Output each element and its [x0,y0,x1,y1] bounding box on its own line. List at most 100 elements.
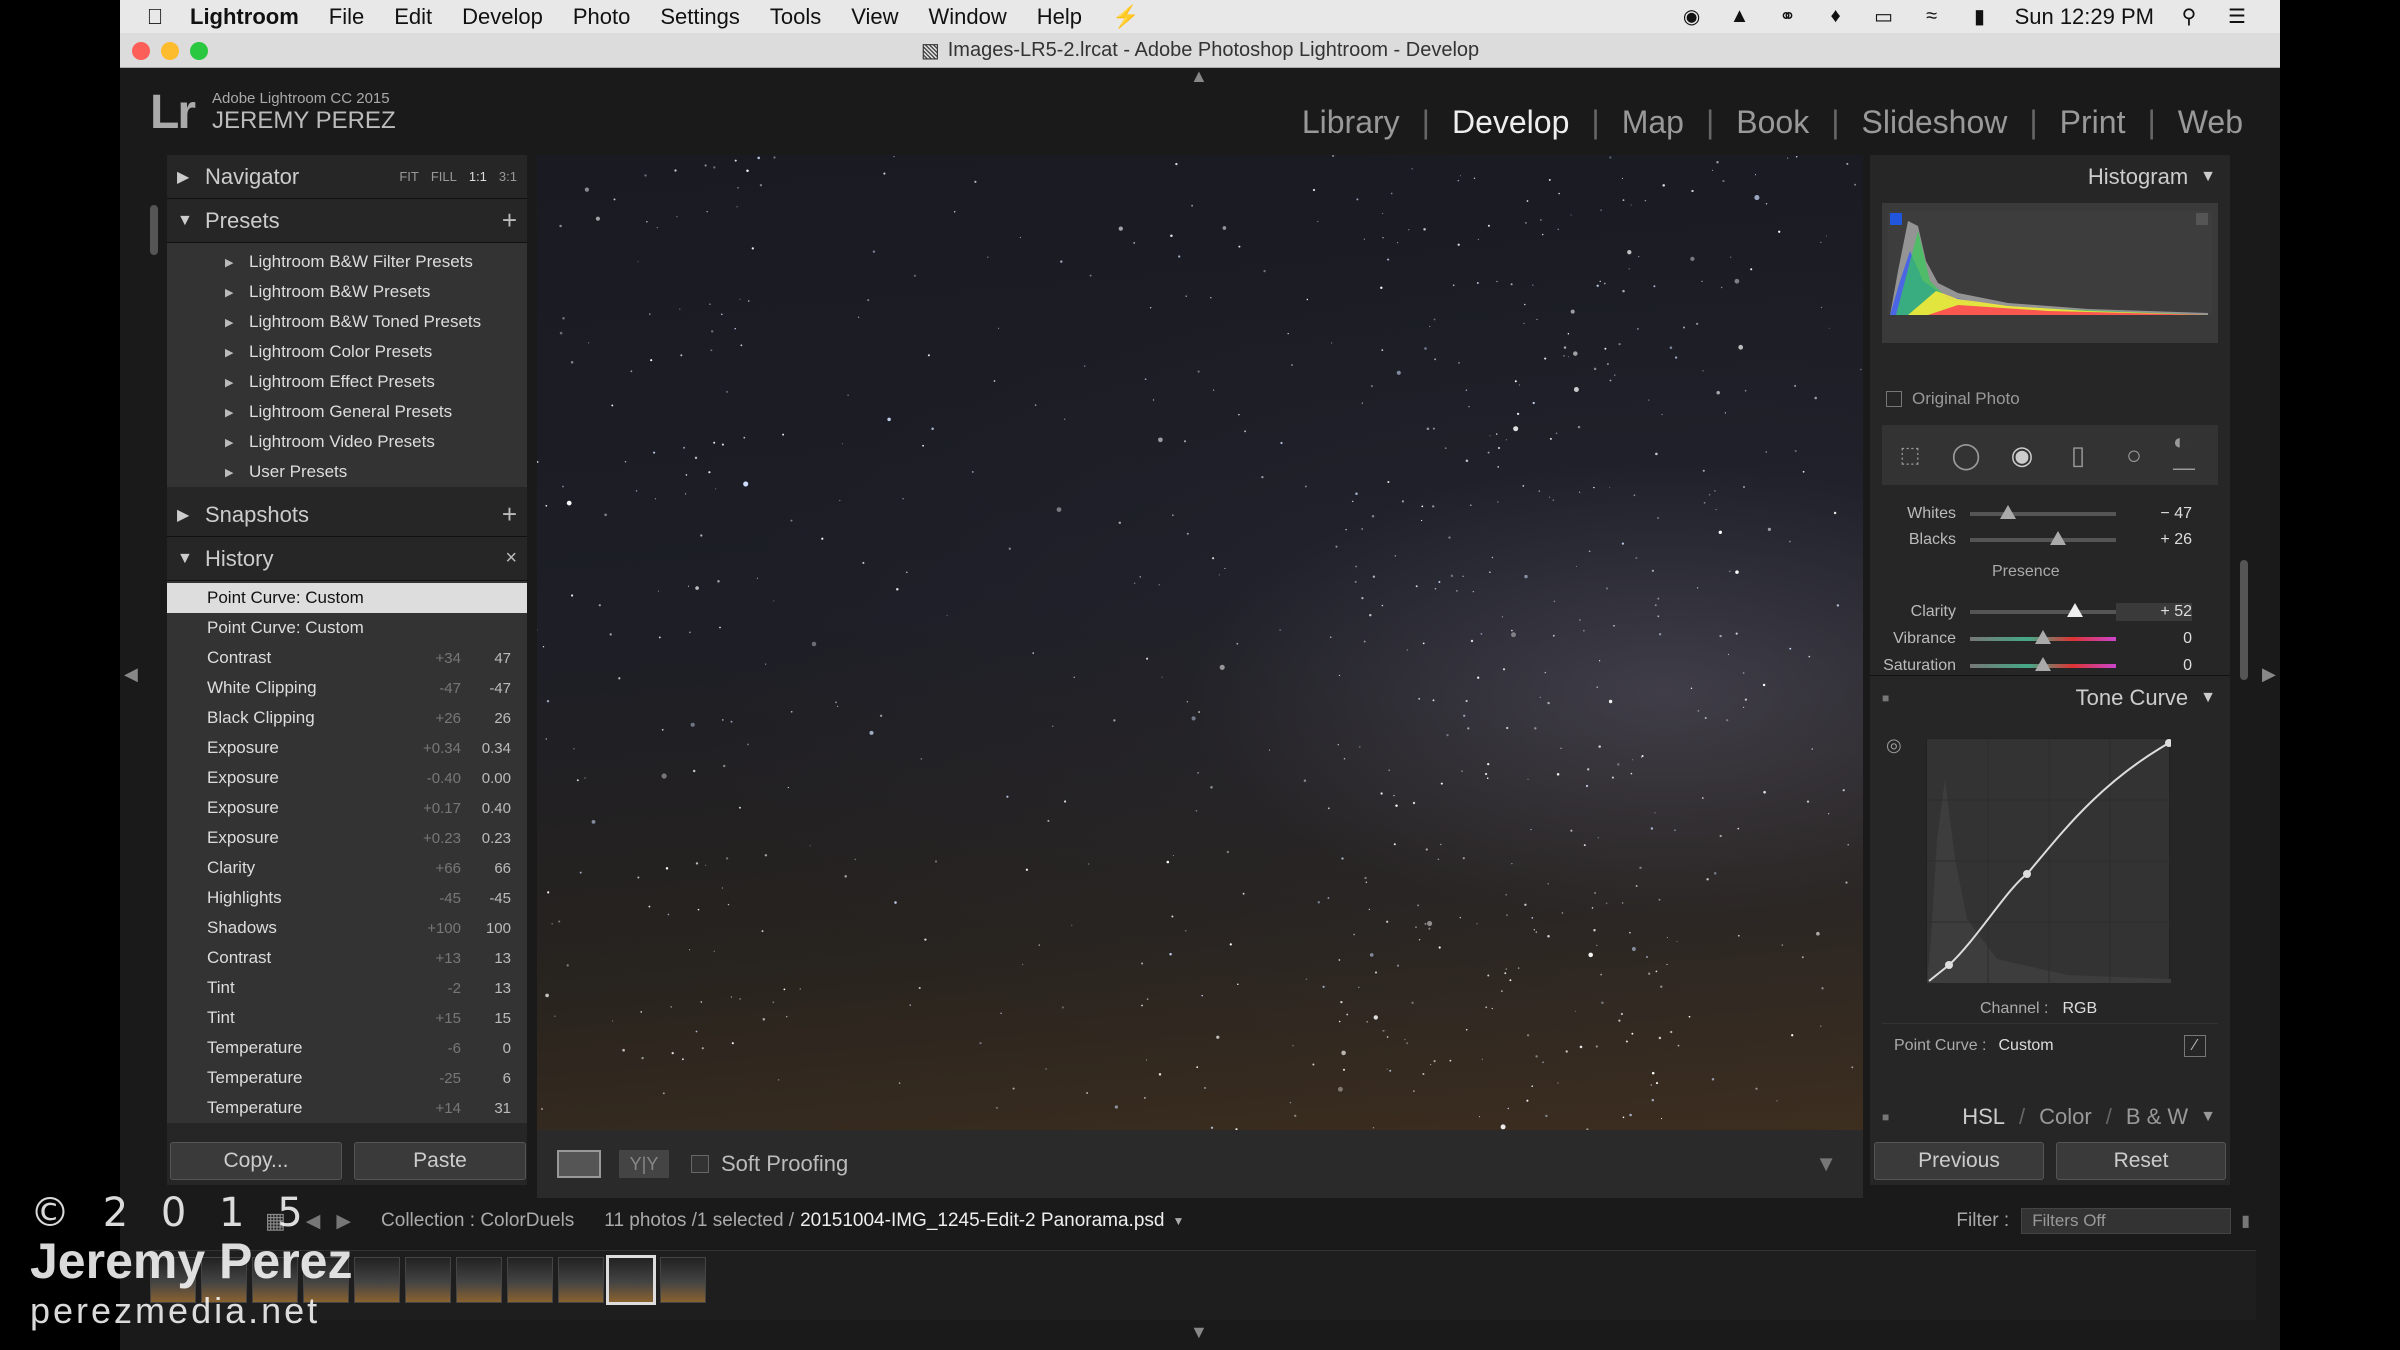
menu-settings[interactable]: Settings [660,4,740,30]
history-step[interactable]: Point Curve: Custom [167,583,527,613]
whites-track[interactable] [1970,505,2116,519]
menu-edit[interactable]: Edit [394,4,432,30]
filmstrip-thumbnail-selected[interactable] [606,1255,656,1305]
clarity-value[interactable]: + 52 [2116,603,2192,621]
filmstrip-thumbnail[interactable] [558,1257,604,1303]
blacks-slider[interactable]: Blacks + 26 [1882,527,2218,553]
graduated-filter-icon[interactable]: ▯ [2061,438,2095,472]
vibrance-track[interactable] [1970,630,2116,644]
collection-label[interactable]: Collection : ColorDuels [381,1210,574,1232]
histogram-header[interactable]: Histogram ▼ [1870,155,2230,199]
history-step[interactable]: Exposure -0.40 0.00 [167,763,527,793]
history-step[interactable]: Clarity +66 66 [167,853,527,883]
curve-point[interactable] [1945,961,1953,969]
vibrance-value[interactable]: 0 [2116,630,2192,648]
saturation-value[interactable]: 0 [2116,657,2192,675]
right-panel-toggle-icon[interactable]: ▶ [2262,664,2276,685]
right-panel-scrollbar[interactable] [2240,560,2248,680]
wifi-icon[interactable]: ≈ [1919,5,1945,28]
tone-curve-header[interactable]: ■ Tone Curve ▼ [1870,675,2230,719]
original-photo-checkbox[interactable] [1886,391,1902,407]
history-step[interactable]: Highlights -45 -45 [167,883,527,913]
filter-select[interactable]: Filters Off [2021,1208,2232,1234]
zoom-3-1[interactable]: 3:1 [499,169,517,184]
menubar-clock[interactable]: Sun 12:29 PM [2015,4,2154,30]
saturation-track[interactable] [1970,657,2116,671]
history-step[interactable]: Tint +15 15 [167,1003,527,1033]
module-book[interactable]: Book [1714,104,1831,141]
drive-icon[interactable]: ▲ [1727,5,1753,28]
photo-preview[interactable] [537,155,1863,1130]
module-library[interactable]: Library [1280,104,1422,141]
highlight-clipping-icon[interactable] [2196,213,2208,225]
reset-button[interactable]: Reset [2056,1142,2226,1180]
preset-folder[interactable]: ▶ Lightroom Effect Presets [167,367,527,397]
history-step[interactable]: White Clipping -47 -47 [167,673,527,703]
evernote-icon[interactable]: ♦ [1823,5,1849,28]
paste-settings-button[interactable]: Paste [354,1142,526,1180]
clear-history-icon[interactable]: × [505,547,517,570]
tone-curve-graph[interactable] [1926,738,2173,983]
toolbar-menu-icon[interactable]: ▼ [1815,1151,1837,1177]
history-step[interactable]: Exposure +0.17 0.40 [167,793,527,823]
vibrance-thumb[interactable] [2035,630,2051,644]
bottom-panel-toggle-icon[interactable]: ▼ [1190,1322,1208,1343]
shadow-clipping-icon[interactable] [1890,213,1902,225]
adjustment-brush-icon[interactable]: ◐— [2173,429,2207,480]
module-slideshow[interactable]: Slideshow [1840,104,2030,141]
history-step[interactable]: Tint -2 13 [167,973,527,1003]
history-step[interactable]: Black Clipping +26 26 [167,703,527,733]
point-curve-select[interactable]: Custom [1998,1037,2053,1055]
history-step[interactable]: Exposure +0.23 0.23 [167,823,527,853]
spot-removal-icon[interactable]: ◯ [1949,438,1983,472]
curve-edit-icon[interactable]: ∕ [2184,1034,2206,1057]
vibrance-slider[interactable]: Vibrance 0 [1882,626,2218,652]
preset-folder[interactable]: ▶ Lightroom B&W Presets [167,277,527,307]
hsl-tab[interactable]: HSL [1962,1104,2005,1130]
zoom-window-button[interactable] [190,42,208,60]
airplay-icon[interactable]: ▭ [1871,6,1897,28]
navigator-header[interactable]: ▶ Navigator FIT FILL 1:1 3:1 [167,155,527,199]
history-step[interactable]: Point Curve: Custom [167,613,527,643]
blacks-track[interactable] [1970,531,2116,545]
soft-proofing-checkbox[interactable] [691,1155,709,1173]
clarity-slider[interactable]: Clarity + 52 [1882,599,2218,625]
filter-lock-icon[interactable]: ▮ [2241,1211,2250,1231]
menu-tools[interactable]: Tools [770,4,821,30]
top-panel-toggle-icon[interactable]: ▲ [1190,66,1208,87]
filmstrip-thumbnail[interactable] [405,1257,451,1303]
filmstrip-thumbnail[interactable] [507,1257,553,1303]
notification-list-icon[interactable]: ☰ [2224,6,2250,28]
presets-header[interactable]: ▼ Presets + [167,199,527,243]
preset-folder[interactable]: ▶ Lightroom Color Presets [167,337,527,367]
color-tab[interactable]: Color [2039,1104,2092,1130]
whites-thumb[interactable] [1999,505,2016,519]
history-step[interactable]: Contrast +13 13 [167,943,527,973]
history-step[interactable]: Temperature -6 0 [167,1033,527,1063]
record-icon[interactable]: ◉ [1679,6,1705,28]
copy-settings-button[interactable]: Copy... [170,1142,342,1180]
preset-folder[interactable]: ▶ Lightroom Video Presets [167,427,527,457]
previous-button[interactable]: Previous [1874,1142,2044,1180]
module-develop[interactable]: Develop [1430,104,1591,141]
whites-value[interactable]: − 47 [2116,505,2192,523]
curve-point[interactable] [2023,870,2031,878]
zoom-1-1[interactable]: 1:1 [469,169,487,184]
selected-filename[interactable]: 20151004-IMG_1245-Edit-2 Panorama.psd [800,1210,1164,1232]
preset-folder[interactable]: ▶ Lightroom B&W Toned Presets [167,307,527,337]
bolt-icon[interactable]: ⚡ [1112,4,1139,30]
menu-lightroom[interactable]: Lightroom [190,4,299,30]
blacks-value[interactable]: + 26 [2116,531,2192,549]
menu-help[interactable]: Help [1037,4,1082,30]
before-after-icon[interactable]: Y|Y [619,1150,669,1178]
history-step[interactable]: Contrast +34 47 [167,643,527,673]
creative-cloud-icon[interactable]: ⚭ [1775,6,1801,28]
red-eye-icon[interactable]: ◉ [2005,438,2039,472]
menu-file[interactable]: File [329,4,364,30]
targeted-adjustment-icon[interactable]: ◎ [1886,735,1902,756]
menu-window[interactable]: Window [929,4,1007,30]
menu-photo[interactable]: Photo [573,4,631,30]
saturation-thumb[interactable] [2035,657,2051,671]
zoom-fit[interactable]: FIT [399,169,419,184]
histogram[interactable] [1882,203,2218,343]
